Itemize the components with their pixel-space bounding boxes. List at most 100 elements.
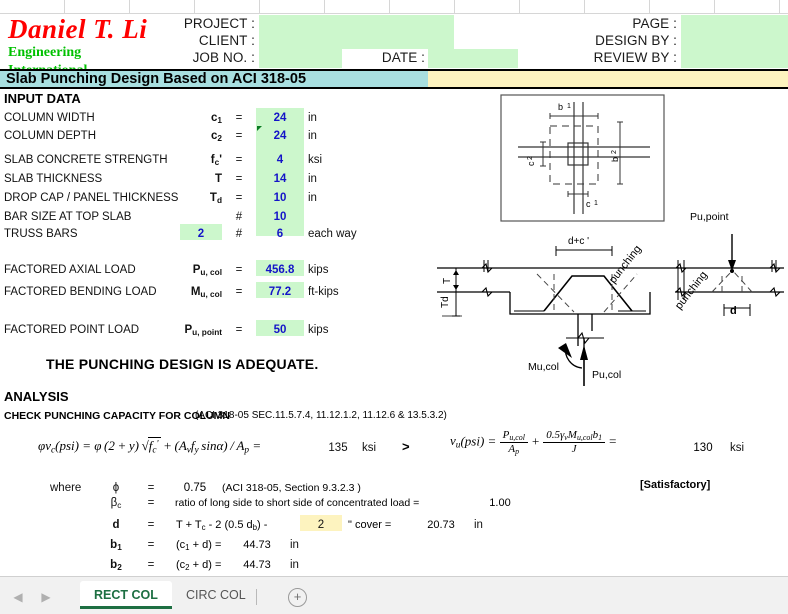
d-expression: T + Tc - 2 (0.5 db) -: [176, 519, 268, 532]
demand-unit: ksi: [730, 442, 745, 454]
b1-symbol: b1: [110, 539, 122, 553]
row-symbol-column-width: c1: [210, 112, 222, 126]
analysis-heading: ANALYSIS: [4, 389, 69, 404]
row-value-axial-load[interactable]: 456.8: [256, 263, 304, 277]
spreadsheet-canvas: Daniel T. Li Engineering International P…: [0, 0, 788, 576]
row-count-truss-bars[interactable]: 2: [180, 227, 222, 241]
row-value-bar-size[interactable]: 10: [256, 210, 304, 224]
row-symbol-axial-load: Pu, col: [192, 264, 222, 278]
row-eq-slab-thickness: =: [235, 173, 243, 185]
row-eq-bending-load: =: [235, 286, 243, 298]
row-symbol-concrete-strength: fc': [210, 154, 222, 168]
row-value-slab-thickness[interactable]: 14: [256, 172, 304, 186]
tab-separator: [256, 589, 257, 605]
row-eq-axial-load: =: [235, 264, 243, 276]
row-unit-column-depth: in: [308, 130, 317, 142]
demand-formula: vu(psi) = Pu,col Ap + 0.5γvMu,colb1 J =: [450, 429, 618, 456]
row-eq-point-load: =: [235, 324, 243, 336]
svg-text:2: 2: [527, 156, 534, 160]
project-value-cell[interactable]: [259, 15, 454, 32]
input-data-heading: INPUT DATA: [4, 91, 81, 106]
capacity-unit: ksi: [362, 442, 377, 454]
row-label-point-load: FACTORED POINT LOAD: [4, 324, 140, 336]
row-unit-slab-thickness: in: [308, 173, 317, 185]
sheet-tab-bar: ◀ ▶ RECT COL CIRC COL +: [0, 576, 788, 614]
page-label: PAGE :: [632, 16, 677, 31]
row-value-column-width[interactable]: 24: [256, 111, 304, 125]
b1-unit: in: [290, 539, 299, 551]
phi-symbol: ϕ: [112, 482, 120, 494]
date-label: DATE :: [381, 50, 425, 65]
date-value-cell[interactable]: [428, 49, 518, 68]
svg-text:c: c: [586, 199, 591, 209]
where-label: where: [50, 482, 82, 494]
phi-reference: (ACI 318-05, Section 9.3.2.3 ): [222, 482, 361, 494]
svg-text:Td: Td: [440, 296, 451, 308]
row-unit-bending-load: ft-kips: [308, 286, 339, 298]
d-cover-label: " cover =: [348, 519, 392, 531]
row-label-bar-size: BAR SIZE AT TOP SLAB: [4, 211, 132, 223]
b2-unit: in: [290, 559, 299, 571]
row-unit-column-width: in: [308, 112, 317, 124]
d-cover-value[interactable]: 2: [300, 518, 342, 532]
row-label-column-width: COLUMN WIDTH: [4, 112, 95, 124]
row-label-concrete-strength: SLAB CONCRETE STRENGTH: [4, 154, 168, 166]
svg-text:b: b: [610, 157, 620, 162]
row-symbol-column-depth: c2: [210, 130, 222, 144]
row-eq-bar-size: #: [235, 211, 243, 223]
svg-text:1: 1: [594, 200, 598, 207]
section-view-diagram: d d+c ' T Td punching punching Mu,col Pu…: [437, 234, 784, 386]
b2-symbol: b2: [110, 559, 122, 573]
b1-expression: (c1 + d) =: [176, 539, 222, 552]
row-eq-column-width: =: [235, 112, 243, 124]
row-unit-axial-load: kips: [308, 264, 329, 276]
row-value-drop-cap-thickness[interactable]: 10: [256, 191, 304, 205]
pu-point-label: Pu,point: [690, 211, 729, 223]
svg-text:1: 1: [567, 103, 571, 110]
jobno-label: JOB NO. :: [192, 50, 255, 65]
reviewby-value-cell[interactable]: [681, 49, 788, 68]
designby-value-cell[interactable]: [681, 32, 788, 49]
row-value-column-depth[interactable]: 24: [256, 129, 304, 143]
phi-value: 0.75: [183, 482, 207, 494]
project-label: PROJECT :: [183, 16, 255, 31]
demand-value: 130: [693, 442, 713, 454]
svg-text:d: d: [730, 305, 737, 317]
row-label-slab-thickness: SLAB THICKNESS: [4, 173, 103, 185]
b2-expression: (c2 + d) =: [176, 559, 222, 572]
row-unit-concrete-strength: ksi: [308, 154, 323, 166]
d-symbol: d: [112, 519, 120, 531]
designby-label: DESIGN BY :: [595, 33, 677, 48]
row-eq-column-depth: =: [235, 130, 243, 142]
plan-view-diagram: b 1 b 2 c 2 c 1: [500, 94, 665, 222]
jobno-value-cell[interactable]: [259, 49, 342, 68]
row-label-bending-load: FACTORED BENDING LOAD: [4, 286, 157, 298]
tab-circ-col[interactable]: CIRC COL: [172, 581, 260, 609]
beta-description: ratio of long side to short side of conc…: [175, 497, 420, 509]
reviewby-label: REVIEW BY :: [593, 50, 677, 65]
design-verdict: THE PUNCHING DESIGN IS ADEQUATE.: [46, 356, 319, 372]
client-value-cell[interactable]: [259, 32, 454, 49]
beta-eq: =: [147, 497, 155, 509]
tab-rect-col[interactable]: RECT COL: [80, 581, 172, 609]
row-unit-drop-cap-thickness: in: [308, 192, 317, 204]
row-value-truss-bars[interactable]: 6: [256, 227, 304, 241]
b1-eq: =: [147, 539, 155, 551]
row-value-bending-load[interactable]: 77.2: [256, 285, 304, 299]
row-value-point-load[interactable]: 50: [256, 323, 304, 337]
comparator-symbol: >: [402, 439, 410, 454]
column-gridline-row: [0, 0, 788, 14]
row-symbol-drop-cap-thickness: Td: [209, 192, 222, 206]
add-sheet-button[interactable]: +: [288, 588, 307, 607]
row-value-concrete-strength[interactable]: 4: [256, 153, 304, 167]
svg-text:Mu,col: Mu,col: [528, 361, 559, 373]
logo-name: Daniel T. Li: [8, 14, 148, 44]
row-symbol-point-load: Pu, point: [184, 324, 222, 338]
row-unit-point-load: kips: [308, 324, 329, 336]
row-eq-truss-bars: #: [235, 228, 243, 240]
prev-sheet-icon[interactable]: ◀: [10, 589, 26, 605]
page-value-cell[interactable]: [681, 15, 788, 32]
svg-text:T: T: [442, 278, 453, 284]
next-sheet-icon[interactable]: ▶: [38, 589, 54, 605]
sheet-title-band: Slab Punching Design Based on ACI 318-05: [0, 69, 788, 89]
